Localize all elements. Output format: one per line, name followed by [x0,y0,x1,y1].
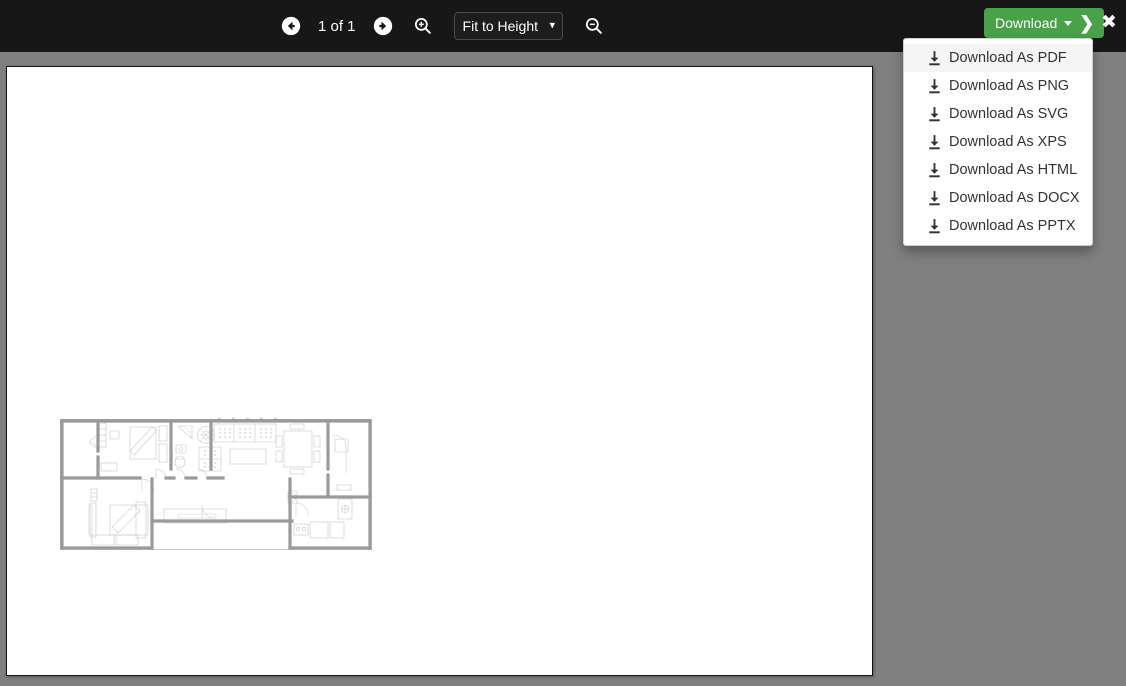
menu-item-download-xps[interactable]: Download As XPS [904,128,1092,156]
pdf-viewer-app: 1 of 1 Fit to Height ▾ Download ❯ ✖ Down… [0,0,1126,686]
zoom-in-button[interactable] [410,13,436,39]
menu-item-download-html[interactable]: Download As HTML [904,156,1092,184]
document-page [6,66,873,676]
menu-item-label: Download As XPS [949,134,1067,150]
download-icon [928,162,941,178]
menu-item-download-pdf[interactable]: Download As PDF [904,44,1092,72]
menu-item-download-pptx[interactable]: Download As PPTX [904,212,1092,240]
close-button[interactable]: ✖ [1101,13,1117,32]
menu-item-label: Download As DOCX [949,190,1080,206]
floor-plan-drawing [60,418,372,550]
menu-item-download-png[interactable]: Download As PNG [904,72,1092,100]
arrow-circle-left-icon [281,16,301,36]
download-dropdown-menu: Download As PDF Download As PNG Download… [903,38,1093,246]
chevron-right-icon: ❯ [1079,13,1095,33]
chevron-down-icon: ▾ [549,19,556,32]
menu-item-label: Download As PDF [949,50,1067,66]
download-icon [928,50,941,66]
download-icon [928,218,941,234]
toolbar-controls: 1 of 1 Fit to Height ▾ [278,0,607,52]
download-icon [928,134,941,150]
menu-item-label: Download As HTML [949,162,1078,178]
download-icon [928,190,941,206]
zoom-out-button[interactable] [581,13,607,39]
arrow-circle-right-icon [373,16,392,36]
prev-page-button[interactable] [278,13,304,39]
fit-mode-select[interactable]: Fit to Height ▾ [453,12,564,40]
next-page-button[interactable] [370,13,396,39]
caret-down-icon [1064,20,1073,26]
menu-item-label: Download As PNG [949,78,1070,94]
menu-item-download-svg[interactable]: Download As SVG [904,100,1092,128]
menu-item-download-docx[interactable]: Download As DOCX [904,184,1092,212]
menu-item-label: Download As PPTX [949,218,1076,234]
page-indicator: 1 of 1 [318,17,356,35]
magnifier-plus-icon [414,17,431,34]
magnifier-minus-icon [585,17,602,34]
download-button[interactable]: Download ❯ [984,8,1105,38]
menu-item-label: Download As SVG [949,106,1069,122]
download-icon [928,106,941,122]
download-icon [928,78,941,94]
fit-mode-value: Fit to Height [462,18,539,34]
download-button-label: Download [995,15,1058,31]
